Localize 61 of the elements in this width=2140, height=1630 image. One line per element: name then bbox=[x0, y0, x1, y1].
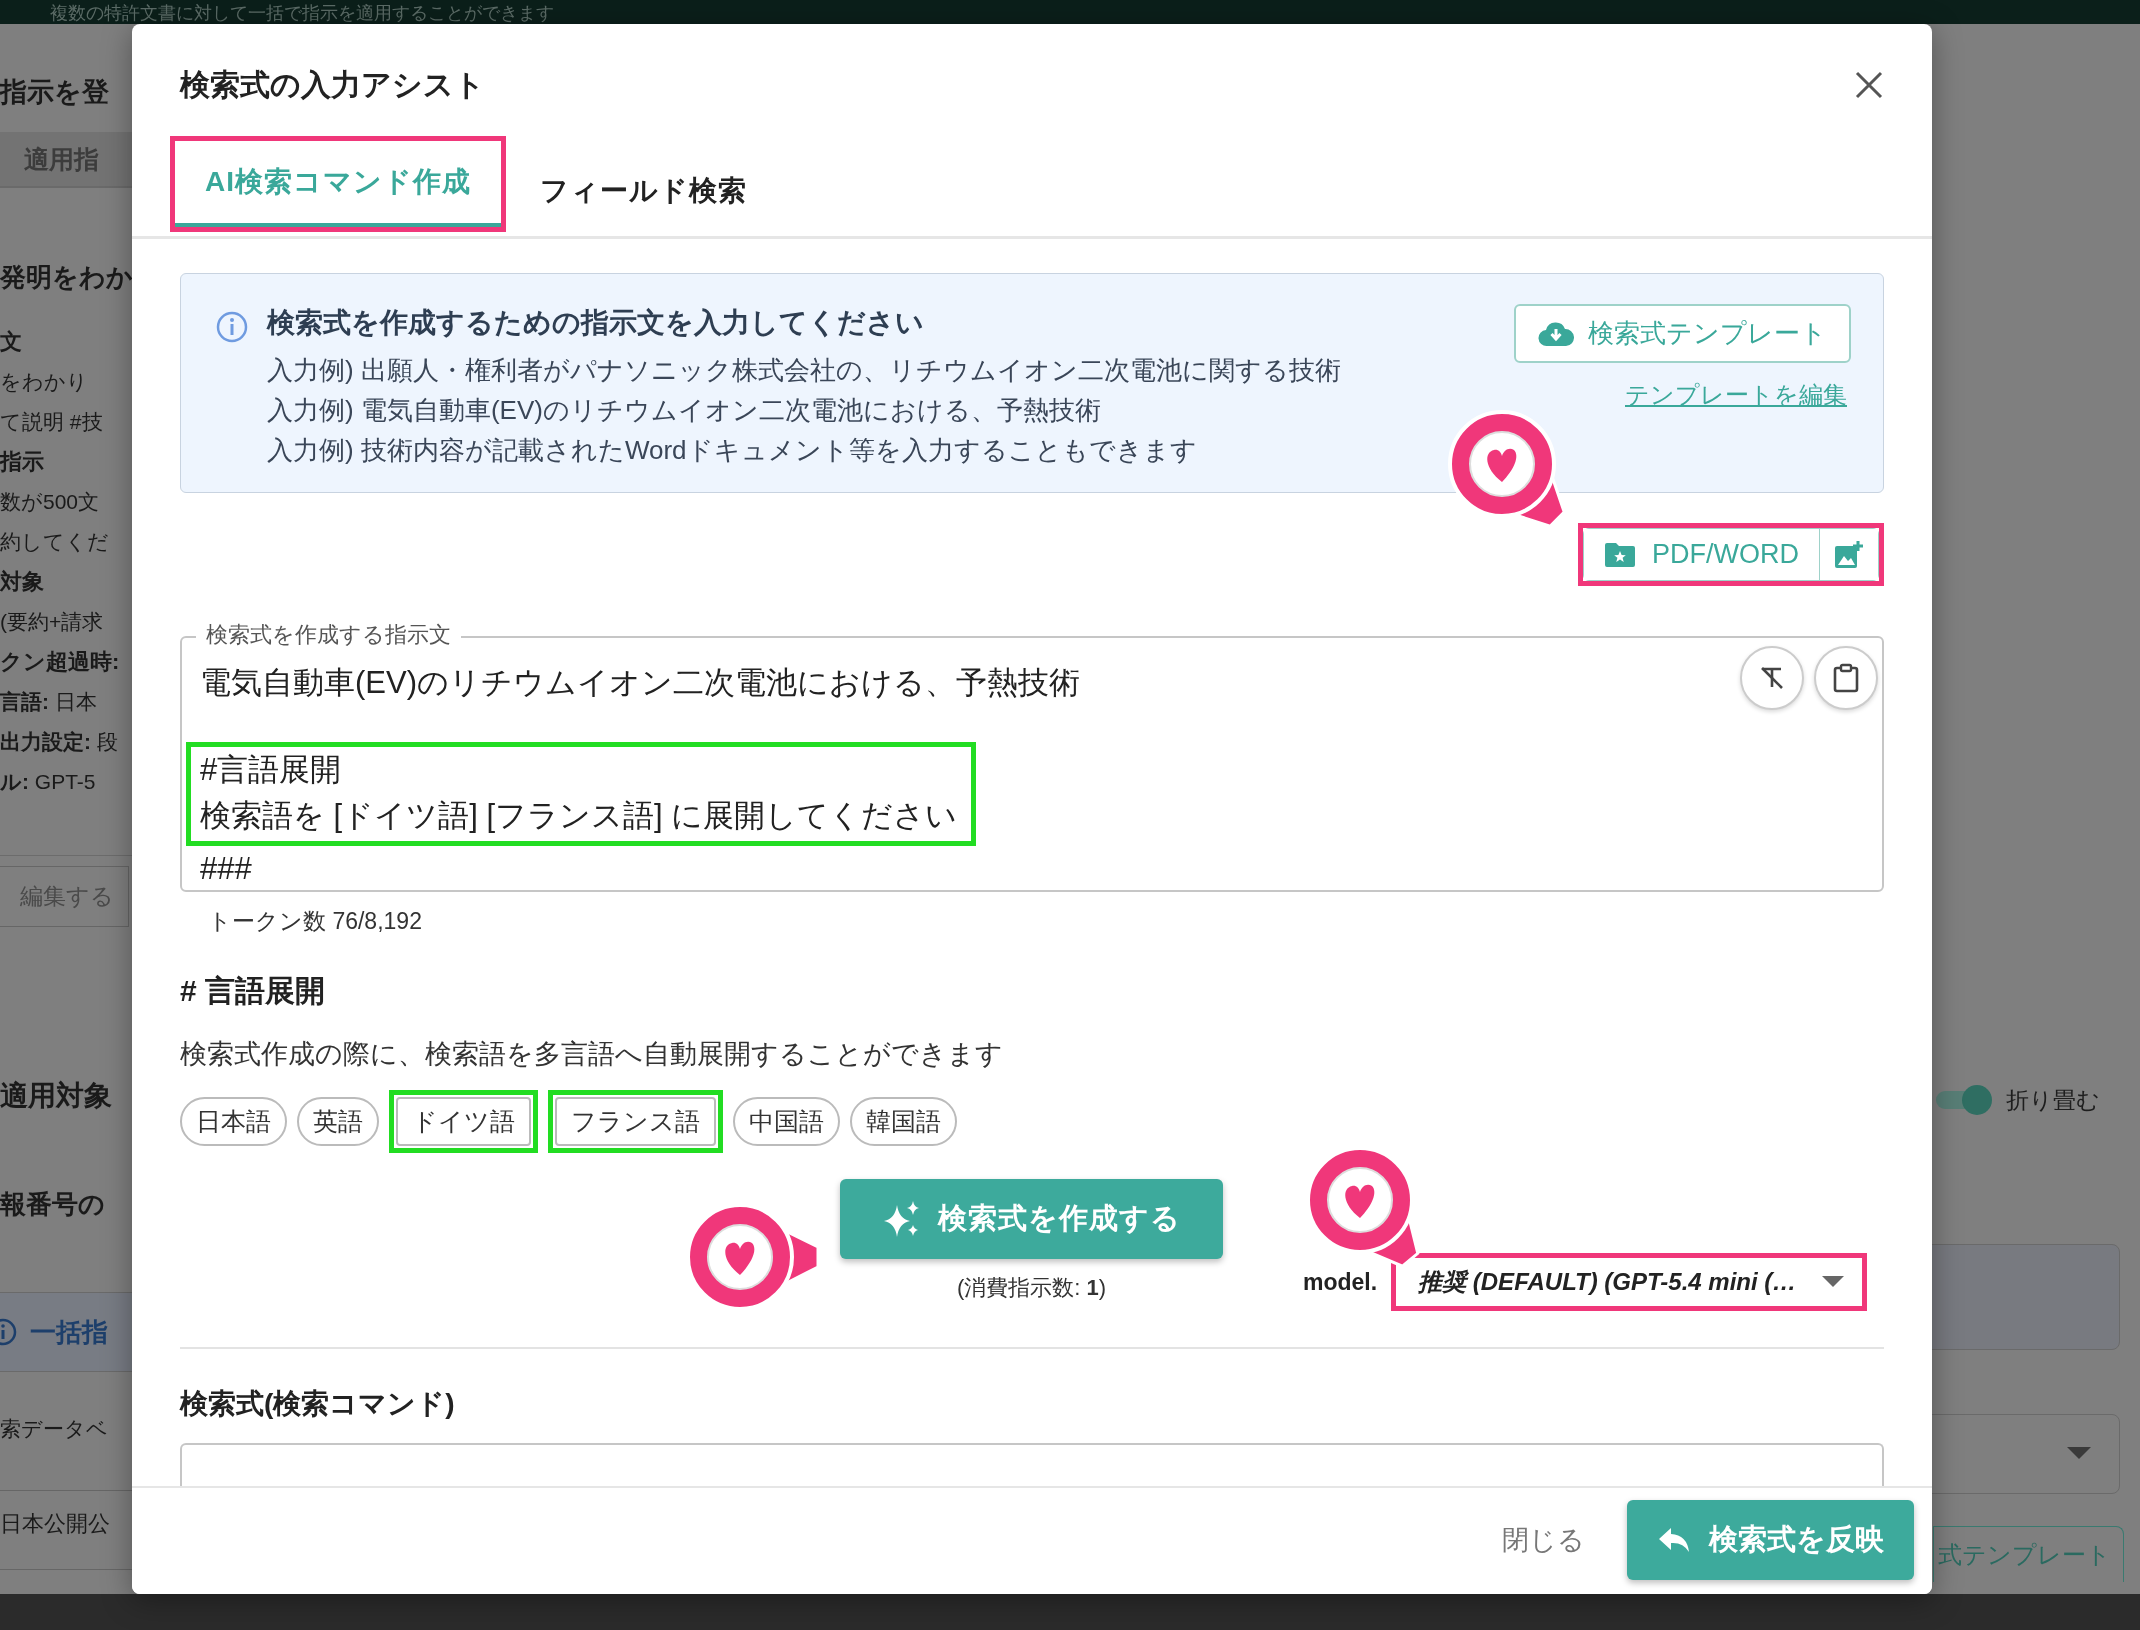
clear-format-button[interactable] bbox=[1740, 646, 1804, 710]
text-line: 数が500文 bbox=[0, 489, 101, 515]
token-count: トークン数 76/8,192 bbox=[208, 907, 423, 936]
language-chip[interactable]: フランス語 bbox=[555, 1097, 716, 1146]
text-line: 検索語を [ドイツ語] [フランス語] に展開してください bbox=[200, 797, 958, 835]
section-heading: 適用対象 bbox=[0, 1079, 113, 1113]
text-line: 索データベ bbox=[0, 1416, 109, 1442]
info-heading: 検索式を作成するための指示文を入力してください bbox=[267, 306, 925, 340]
text-line: 言語: 日本 bbox=[0, 689, 98, 715]
info-text: 一括指 bbox=[30, 1315, 108, 1349]
apply-button[interactable]: 検索式を反映 bbox=[1627, 1500, 1914, 1580]
text-line: ル: GPT-5 bbox=[0, 769, 97, 795]
section-heading: # 言語展開 bbox=[180, 973, 327, 1009]
example-text: 入力例) 出願人・権利者がパナソニック株式会社の、リチウムイオン二次電池に関する技術 bbox=[267, 354, 1342, 386]
banner-text: 複数の特許文書に対して一括で指示を適用することができます bbox=[50, 2, 554, 24]
dialog-title: 検索式の入力アシスト bbox=[180, 66, 485, 103]
field-label: 指示 bbox=[0, 449, 45, 475]
tab[interactable]: フィールド検索 bbox=[510, 150, 777, 236]
field-label: クン超過時: bbox=[0, 649, 121, 675]
caret-icon bbox=[2067, 1447, 2091, 1461]
clipboard-icon bbox=[1833, 663, 1859, 693]
template-button[interactable]: 検索式テンプレート bbox=[1514, 304, 1851, 363]
close-icon bbox=[1854, 70, 1884, 100]
description-text: 検索式作成の際に、検索語を多言語へ自動展開することができます bbox=[180, 1038, 1004, 1071]
info-icon bbox=[215, 310, 249, 344]
language-chip[interactable]: 韓国語 bbox=[850, 1097, 957, 1146]
text-line: #言語展開 bbox=[200, 751, 343, 789]
language-chip[interactable]: ドイツ語 bbox=[396, 1097, 531, 1146]
example-text: 入力例) 電気自動車(EV)のリチウムイオン二次電池における、予熱技術 bbox=[267, 394, 1102, 426]
close-button[interactable]: 閉じる bbox=[1496, 1521, 1591, 1559]
clipboard-button[interactable] bbox=[1814, 646, 1878, 710]
page-title: 指示を登 bbox=[0, 76, 110, 109]
generate-button[interactable]: 検索式を作成する bbox=[840, 1179, 1223, 1259]
folder-star-icon bbox=[1604, 541, 1636, 568]
toggle-label: 折り畳む bbox=[2006, 1085, 2100, 1115]
clear-format-icon bbox=[1759, 665, 1785, 691]
text-line: (要約+請求 bbox=[0, 609, 105, 635]
language-chip[interactable]: 英語 bbox=[297, 1097, 379, 1146]
text-line: ### bbox=[200, 850, 252, 888]
text-line: をわかり bbox=[0, 369, 89, 395]
text-line: 約してくだ bbox=[0, 529, 110, 555]
text-line: 電気自動車(EV)のリチウムイオン二次電池における、予熱技術 bbox=[200, 664, 1080, 702]
section-heading: 発明をわか bbox=[0, 261, 132, 294]
tab[interactable]: AI検索コマンド作成 bbox=[175, 141, 501, 227]
text-line: 出力設定: 段 bbox=[0, 729, 119, 755]
reply-arrow-icon bbox=[1657, 1526, 1691, 1554]
language-chip[interactable]: 日本語 bbox=[180, 1097, 287, 1146]
image-add-icon bbox=[1834, 539, 1864, 570]
upload-button[interactable]: PDF/WORD bbox=[1584, 529, 1820, 580]
cloud-download-icon bbox=[1538, 320, 1574, 347]
field-label: 文 bbox=[0, 329, 23, 355]
section-heading: 報番号の bbox=[0, 1188, 106, 1221]
cost-text: (消費指示数: 1) bbox=[956, 1274, 1107, 1302]
model-label: model. bbox=[1303, 1268, 1378, 1296]
text-line: て説明 #技 bbox=[0, 409, 104, 435]
edit-template-link[interactable]: テンプレートを編集 bbox=[1625, 379, 1847, 411]
language-chip[interactable]: 中国語 bbox=[733, 1097, 840, 1146]
caret-icon bbox=[1822, 1276, 1845, 1288]
section-heading: 検索式(検索コマンド) bbox=[180, 1387, 456, 1421]
example-text: 入力例) 技術内容が記載されたWordドキュメント等を入力することもできます bbox=[267, 434, 1198, 466]
field-label: 対象 bbox=[0, 569, 45, 595]
